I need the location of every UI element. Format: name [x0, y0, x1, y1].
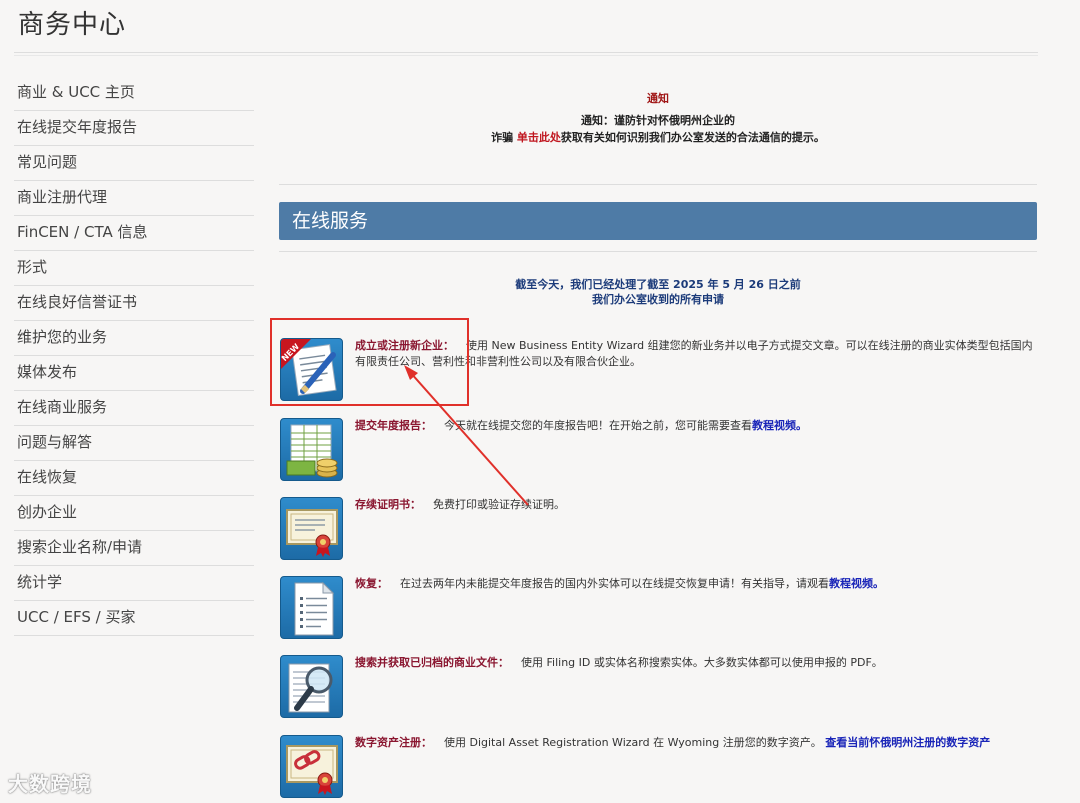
service-link[interactable]: 查看当前怀俄明州注册的数字资产	[825, 736, 990, 749]
sidebar-item-media-releases[interactable]: 媒体发布	[14, 356, 254, 391]
spreadsheet-money-icon[interactable]	[280, 418, 343, 481]
notice-line2-post: 获取有关如何识别我们办公室发送的合法通信的提示。	[560, 131, 825, 144]
service-description: 使用 Filing ID 或实体名称搜索实体。大多数实体都可以使用申报的 PDF…	[521, 656, 883, 669]
annotation-highlight-box	[270, 318, 469, 406]
sidebar-item-annual-report[interactable]: 在线提交年度报告	[14, 111, 254, 146]
header-divider-secondary	[14, 55, 1038, 56]
notice-line2-pre: 诈骗	[491, 131, 517, 144]
chain-link-certificate-icon[interactable]	[280, 735, 343, 798]
service-heading[interactable]: 搜索并获取已归档的商业文件：	[355, 656, 509, 669]
service-description: 今天就在线提交您的年度报告吧！在开始之前，您可能需要查看	[444, 419, 752, 432]
online-services-banner: 在线服务	[279, 202, 1037, 240]
processing-status: 截至今天，我们已经处理了截至 2025 年 5 月 26 日之前 我们办公室收到…	[279, 277, 1037, 307]
banner-divider	[279, 251, 1037, 252]
notice-divider	[279, 184, 1037, 185]
sidebar-item-faq[interactable]: 常见问题	[14, 146, 254, 181]
notice-line2: 诈骗 单击此处获取有关如何识别我们办公室发送的合法通信的提示。	[279, 129, 1037, 146]
notice-heading: 通知	[647, 92, 669, 105]
status-line1: 截至今天，我们已经处理了截至 2025 年 5 月 26 日之前	[515, 278, 801, 291]
sidebar-item-start-business[interactable]: 创办企业	[14, 496, 254, 531]
document-list-icon[interactable]	[280, 576, 343, 639]
certificate-icon[interactable]	[280, 497, 343, 560]
service-heading[interactable]: 数字资产注册：	[355, 736, 432, 749]
sidebar-item-forms[interactable]: 形式	[14, 251, 254, 286]
sidebar-nav: 商业 & UCC 主页 在线提交年度报告 常见问题 商业注册代理 FinCEN …	[14, 76, 254, 636]
sidebar-item-qa[interactable]: 问题与解答	[14, 426, 254, 461]
service-annual-report-text: 提交年度报告： 今天就在线提交您的年度报告吧！在开始之前，您可能需要查看教程视频。	[355, 418, 1035, 434]
service-reinstatement-text: 恢复： 在过去两年内未能提交年度报告的国内外实体可以在线提交恢复申请！有关指导，请…	[355, 576, 1035, 592]
service-digital-asset-text: 数字资产注册： 使用 Digital Asset Registration Wiz…	[355, 735, 1035, 751]
sidebar-item-registered-agents[interactable]: 商业注册代理	[14, 181, 254, 216]
header-divider	[14, 52, 1038, 53]
service-description: 免费打印或验证存续证明。	[433, 498, 565, 511]
watermark-text: 大数跨境	[8, 772, 92, 796]
sidebar-item-business-ucc-home[interactable]: 商业 & UCC 主页	[14, 76, 254, 111]
sidebar-item-fincen-cta[interactable]: FinCEN / CTA 信息	[14, 216, 254, 251]
page-title: 商务中心	[18, 10, 127, 40]
sidebar-item-search-names[interactable]: 搜索企业名称/申请	[14, 531, 254, 566]
service-certificate-text: 存续证明书： 免费打印或验证存续证明。	[355, 497, 1035, 513]
service-link[interactable]: 教程视频。	[752, 419, 807, 432]
sidebar-item-reinstatement[interactable]: 在线恢复	[14, 461, 254, 496]
sidebar-item-online-services[interactable]: 在线商业服务	[14, 391, 254, 426]
service-link[interactable]: 教程视频。	[829, 577, 884, 590]
service-description: 使用 Digital Asset Registration Wizard 在 W…	[444, 736, 822, 749]
service-heading[interactable]: 存续证明书：	[355, 498, 421, 511]
notice-click-here-link[interactable]: 单击此处	[517, 131, 561, 144]
service-search-filings-text: 搜索并获取已归档的商业文件： 使用 Filing ID 或实体名称搜索实体。大多数…	[355, 655, 1035, 671]
status-line2: 我们办公室收到的所有申请	[592, 293, 724, 306]
sidebar-item-maintain-business[interactable]: 维护您的业务	[14, 321, 254, 356]
service-heading[interactable]: 恢复：	[355, 577, 388, 590]
magnifier-document-icon[interactable]	[280, 655, 343, 718]
sidebar-item-statistics[interactable]: 统计学	[14, 566, 254, 601]
notice-line1: 通知：谨防针对怀俄明州企业的	[581, 114, 735, 127]
fraud-notice: 通知 通知：谨防针对怀俄明州企业的 诈骗 单击此处获取有关如何识别我们办公室发送…	[279, 90, 1037, 146]
sidebar-item-ucc-efs[interactable]: UCC / EFS / 买家	[14, 601, 254, 636]
service-description: 在过去两年内未能提交年度报告的国内外实体可以在线提交恢复申请！有关指导，请观看	[400, 577, 829, 590]
sidebar-item-good-standing[interactable]: 在线良好信誉证书	[14, 286, 254, 321]
service-heading[interactable]: 提交年度报告：	[355, 419, 432, 432]
watermark-logo: 大数跨境	[8, 768, 92, 797]
